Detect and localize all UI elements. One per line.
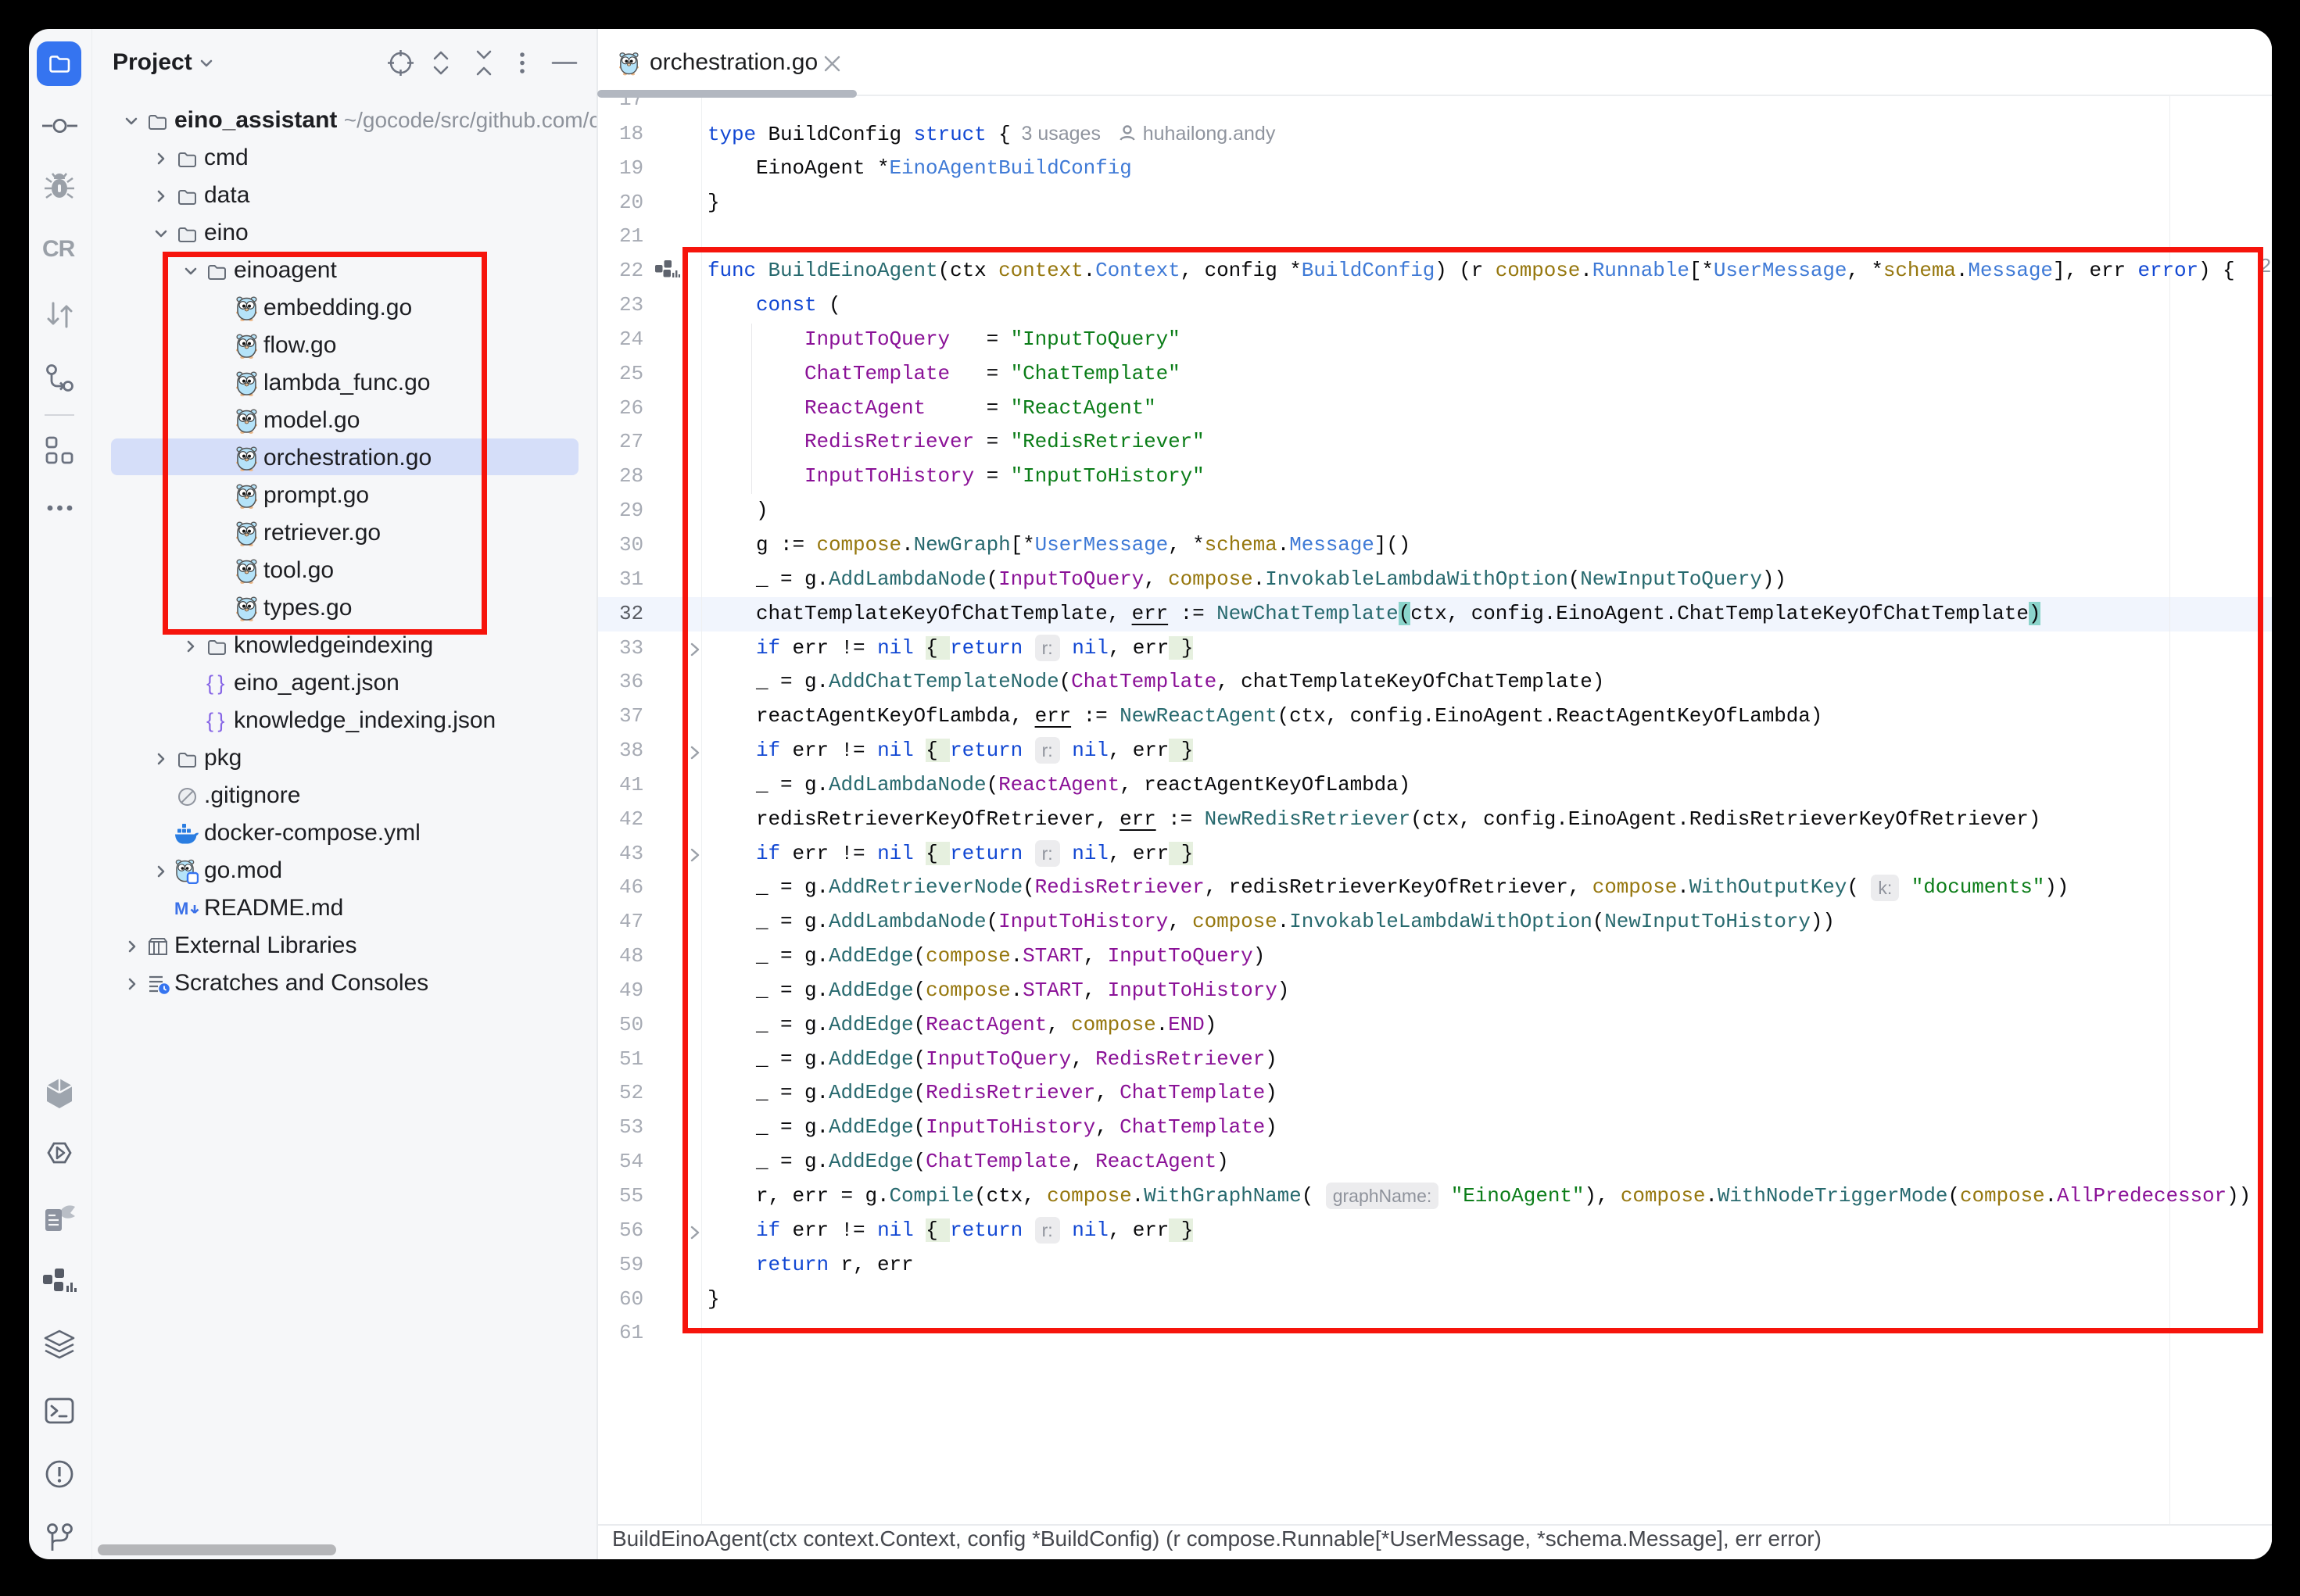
svg-text:CR: CR	[42, 237, 76, 260]
svg-text:{ }: { }	[206, 672, 224, 695]
svg-text:M: M	[174, 899, 188, 918]
svg-text:{ }: { }	[206, 710, 224, 732]
